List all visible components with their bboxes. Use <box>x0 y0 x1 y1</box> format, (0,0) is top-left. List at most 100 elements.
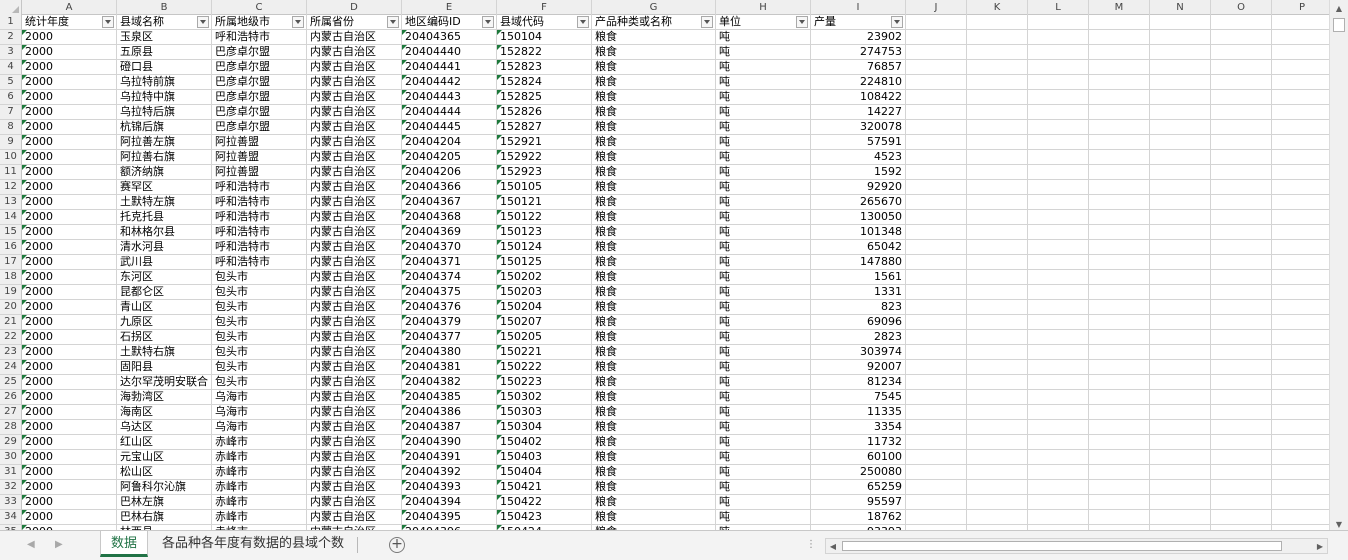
table-cell[interactable]: 2000 <box>22 120 117 135</box>
table-cell[interactable] <box>1028 465 1089 480</box>
table-cell[interactable]: 粮食 <box>592 75 716 90</box>
table-cell[interactable]: 粮食 <box>592 180 716 195</box>
table-cell[interactable] <box>1028 90 1089 105</box>
table-cell[interactable]: 108422 <box>811 90 906 105</box>
table-cell[interactable] <box>906 255 967 270</box>
table-cell[interactable] <box>1150 510 1211 525</box>
row-number[interactable]: 32 <box>0 480 22 495</box>
table-cell[interactable]: 乌拉特前旗 <box>117 75 212 90</box>
table-cell[interactable] <box>1211 210 1272 225</box>
table-cell[interactable] <box>906 225 967 240</box>
table-cell[interactable] <box>1150 135 1211 150</box>
table-cell[interactable]: 224810 <box>811 75 906 90</box>
table-cell[interactable]: 粮食 <box>592 240 716 255</box>
header-cell[interactable]: 统计年度 <box>22 15 117 30</box>
table-cell[interactable]: 阿拉善盟 <box>212 150 307 165</box>
table-cell[interactable]: 内蒙古自治区 <box>307 150 402 165</box>
table-cell[interactable] <box>1089 390 1150 405</box>
table-cell[interactable] <box>1089 375 1150 390</box>
table-cell[interactable] <box>1211 390 1272 405</box>
table-cell[interactable]: 吨 <box>716 495 811 510</box>
table-cell[interactable]: 2000 <box>22 390 117 405</box>
table-cell[interactable]: 内蒙古自治区 <box>307 225 402 240</box>
table-cell[interactable]: 吨 <box>716 195 811 210</box>
table-cell[interactable] <box>906 150 967 165</box>
table-cell[interactable]: 150105 <box>497 180 592 195</box>
table-cell[interactable] <box>1089 420 1150 435</box>
table-cell[interactable]: 20404440 <box>402 45 497 60</box>
table-cell[interactable]: 2000 <box>22 135 117 150</box>
table-cell[interactable]: 14227 <box>811 105 906 120</box>
row-number[interactable]: 18 <box>0 270 22 285</box>
table-cell[interactable]: 土默特左旗 <box>117 195 212 210</box>
table-cell[interactable]: 147880 <box>811 255 906 270</box>
table-cell[interactable] <box>906 330 967 345</box>
table-cell[interactable]: 呼和浩特市 <box>212 210 307 225</box>
table-cell[interactable] <box>967 345 1028 360</box>
header-cell[interactable]: 产量 <box>811 15 906 30</box>
table-cell[interactable] <box>967 195 1028 210</box>
table-cell[interactable]: 152922 <box>497 150 592 165</box>
table-cell[interactable] <box>1089 150 1150 165</box>
table-cell[interactable]: 11732 <box>811 435 906 450</box>
table-cell[interactable] <box>1028 300 1089 315</box>
table-cell[interactable] <box>1211 45 1272 60</box>
table-cell[interactable]: 五原县 <box>117 45 212 60</box>
table-cell[interactable]: 20404387 <box>402 420 497 435</box>
table-cell[interactable] <box>1150 495 1211 510</box>
row-number[interactable]: 31 <box>0 465 22 480</box>
table-cell[interactable] <box>1089 405 1150 420</box>
table-cell[interactable] <box>1272 495 1329 510</box>
table-cell[interactable] <box>1028 180 1089 195</box>
table-cell[interactable] <box>1028 135 1089 150</box>
table-cell[interactable] <box>1089 30 1150 45</box>
table-cell[interactable] <box>906 435 967 450</box>
table-cell[interactable]: 粮食 <box>592 375 716 390</box>
table-cell[interactable]: 2000 <box>22 105 117 120</box>
table-cell[interactable] <box>967 450 1028 465</box>
table-cell[interactable]: 粮食 <box>592 345 716 360</box>
header-cell[interactable]: 所属地级市 <box>212 15 307 30</box>
table-cell[interactable]: 2000 <box>22 480 117 495</box>
table-cell[interactable] <box>1211 105 1272 120</box>
table-cell[interactable] <box>967 150 1028 165</box>
table-cell[interactable]: 包头市 <box>212 345 307 360</box>
row-number[interactable]: 14 <box>0 210 22 225</box>
table-cell[interactable] <box>906 510 967 525</box>
table-cell[interactable] <box>906 195 967 210</box>
table-cell[interactable] <box>1150 270 1211 285</box>
table-cell[interactable] <box>1211 225 1272 240</box>
spreadsheet-grid[interactable]: ABCDEFGHIJKLMNOP 1 统计年度 县域名称 所属地级市 所属省份 地区编码I… <box>0 0 1329 530</box>
table-cell[interactable] <box>1150 435 1211 450</box>
table-cell[interactable] <box>1211 300 1272 315</box>
table-cell[interactable] <box>967 285 1028 300</box>
table-cell[interactable]: 内蒙古自治区 <box>307 300 402 315</box>
table-cell[interactable] <box>1028 450 1089 465</box>
table-cell[interactable]: 吨 <box>716 405 811 420</box>
table-cell[interactable] <box>906 135 967 150</box>
table-cell[interactable] <box>906 390 967 405</box>
table-cell[interactable] <box>1150 480 1211 495</box>
column-header-p[interactable]: P <box>1272 0 1329 15</box>
table-cell[interactable] <box>1272 510 1329 525</box>
table-cell[interactable] <box>1150 315 1211 330</box>
row-number[interactable]: 20 <box>0 300 22 315</box>
table-cell[interactable] <box>1089 315 1150 330</box>
select-all-corner[interactable] <box>0 0 22 15</box>
table-cell[interactable] <box>906 60 967 75</box>
table-cell[interactable]: 265670 <box>811 195 906 210</box>
row-number[interactable]: 3 <box>0 45 22 60</box>
table-cell[interactable]: 粮食 <box>592 390 716 405</box>
table-cell[interactable] <box>1211 195 1272 210</box>
table-cell[interactable]: 吨 <box>716 375 811 390</box>
table-cell[interactable]: 150304 <box>497 420 592 435</box>
column-header-h[interactable]: H <box>716 0 811 15</box>
table-cell[interactable]: 粮食 <box>592 255 716 270</box>
table-cell[interactable] <box>967 270 1028 285</box>
table-cell[interactable]: 内蒙古自治区 <box>307 495 402 510</box>
row-number[interactable]: 23 <box>0 345 22 360</box>
table-cell[interactable]: 吨 <box>716 210 811 225</box>
table-cell[interactable]: 101348 <box>811 225 906 240</box>
table-cell[interactable] <box>967 180 1028 195</box>
table-cell[interactable]: 150202 <box>497 270 592 285</box>
